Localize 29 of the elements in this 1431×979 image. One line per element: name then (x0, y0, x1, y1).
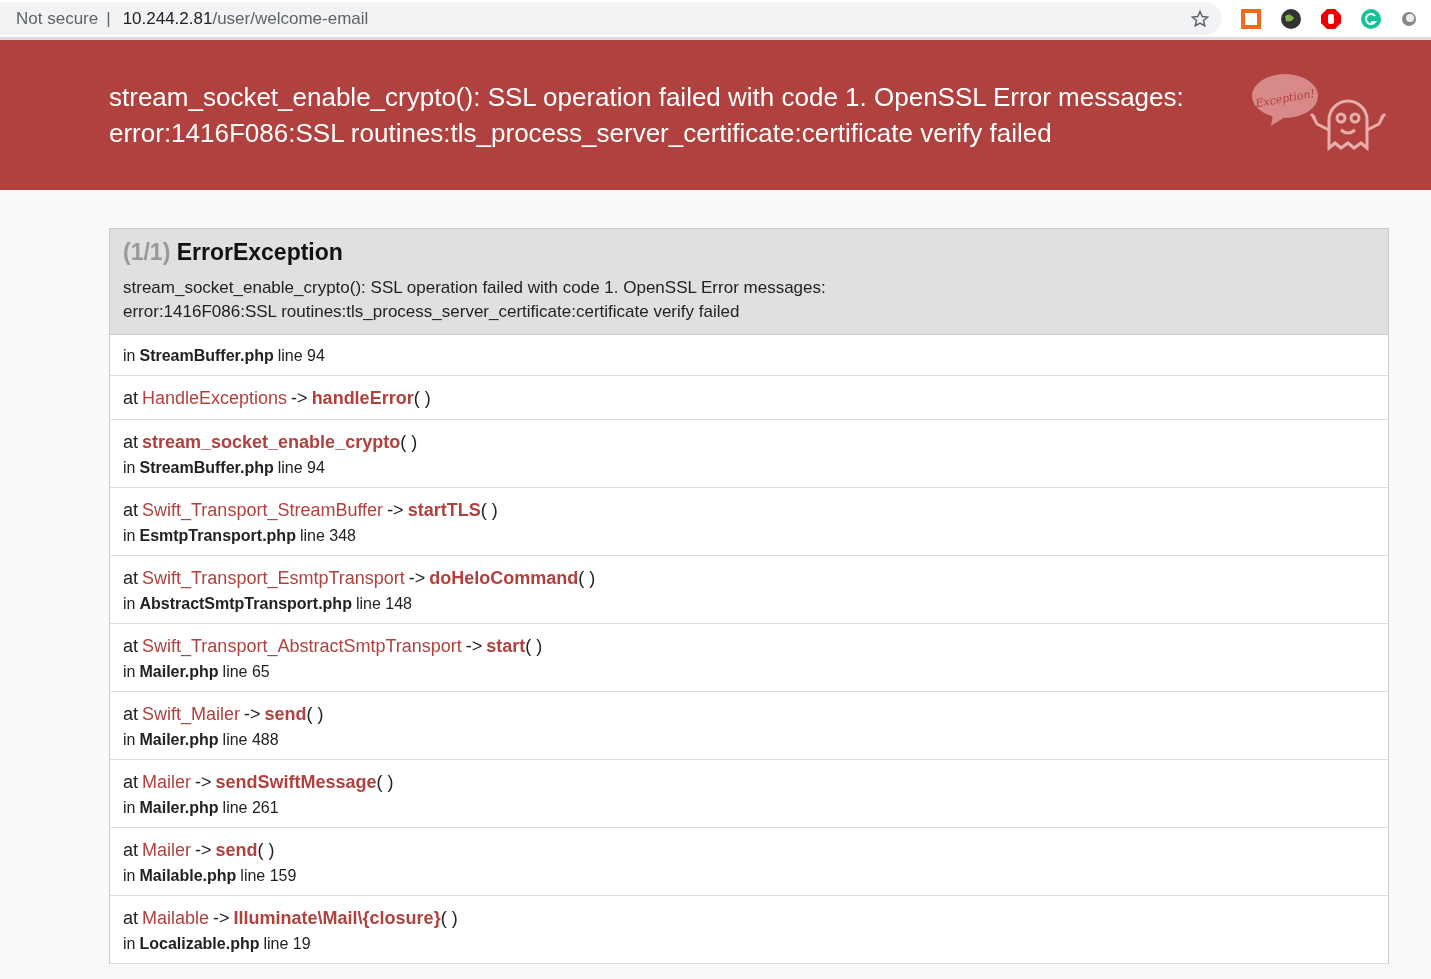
address-bar[interactable]: Not secure | 10.244.2.81/user/welcome-email (0, 2, 1222, 35)
frame-call: at Mailable -> Illuminate\Mail\{closure}( ) (123, 907, 459, 930)
frame-call: at Swift_Transport_EsmtpTransport -> doHeloCommand( ) (123, 567, 597, 591)
frame-location: in Mailable.php line 159 (123, 866, 298, 886)
exception-title: (1/1) ErrorException (123, 239, 344, 266)
url-text[interactable]: 10.244.2.81/user/welcome-email (118, 8, 369, 29)
circle-icon[interactable] (1400, 9, 1418, 28)
frame-call: at HandleExceptions -> handleError( ) (123, 387, 432, 410)
frame-location: in Localizable.php line 19 (123, 934, 312, 954)
exception-message: stream_socket_enable_crypto(): SSL operation failed with code 1. OpenSSL Error messages: error:1416F086:SSL routines:tls_process_server_certificate:certificate verify failed (123, 277, 827, 323)
frame-call: at stream_socket_enable_crypto( ) (123, 431, 419, 454)
error-title: stream_socket_enable_crypto(): SSL operation failed with code 1. OpenSSL Error messages: error:1416F086:SSL routines:tls_process_server_certificate:certificate verify failed (109, 81, 1184, 150)
globe-icon[interactable] (1280, 7, 1302, 30)
frame-location: in EsmtpTransport.php line 348 (123, 526, 357, 546)
frame-location: in StreamBuffer.php line 94 (123, 458, 326, 478)
frame-location: in Mailer.php line 65 (123, 662, 271, 682)
frame-location: in StreamBuffer.php line 94 (123, 346, 326, 366)
frame-location: in Mailer.php line 488 (123, 730, 280, 750)
frame-call: at Swift_Transport_StreamBuffer -> startTLS( ) (123, 499, 499, 523)
separator: | (106, 8, 111, 29)
security-label[interactable]: Not secure (16, 8, 99, 29)
frame-call: at Mailer -> sendSwiftMessage( ) (123, 771, 395, 794)
frame-location: in Mailer.php line 261 (123, 798, 280, 818)
frame-call: at Swift_Mailer -> send( ) (123, 703, 325, 727)
star-icon[interactable] (1190, 8, 1210, 29)
frame-call: at Mailer -> send( ) (123, 839, 276, 862)
frame-location: in AbstractSmtpTransport.php line 148 (123, 594, 413, 614)
frame-call: at Swift_Transport_AbstractSmtpTransport -> start( ) (123, 635, 544, 659)
extension-icon[interactable] (1240, 7, 1262, 30)
